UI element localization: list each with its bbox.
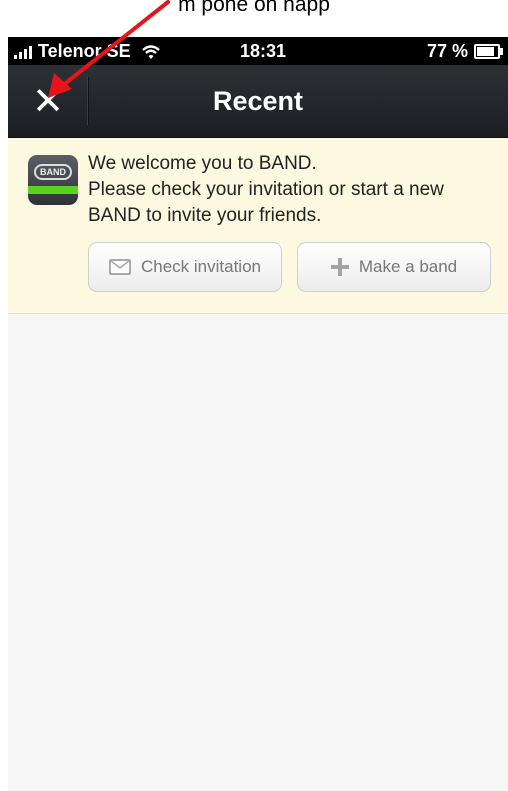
recent-list-area [8,314,508,791]
band-logo-stripe [28,186,78,194]
envelope-icon [108,259,131,275]
check-invitation-button[interactable]: Check invitation [88,242,282,292]
battery-group: 77 % [426,41,503,62]
battery-percent: 77 % [426,41,468,61]
welcome-line-2: Please check your invitation or start a … [88,179,444,200]
make-band-button[interactable]: Make a band [297,242,491,292]
welcome-line-1: We welcome you to BAND. [88,153,317,174]
band-logo-text: BAND [34,164,72,180]
phone-screen: Telenor SE 18:31 77 % ✕ Recent BAND We w… [8,37,508,791]
welcome-message: We welcome you to BAND. Please check you… [88,151,498,229]
make-band-label: Make a band [358,257,458,276]
cropped-caption-text: m pone on happ [178,0,330,16]
page-title: Recent [212,86,304,116]
plus-icon [330,258,349,276]
check-invitation-label: Check invitation [140,257,261,276]
band-logo-icon: BAND [28,155,78,205]
page: m pone on happ Telenor SE 18:31 77 % ✕ R… [0,0,508,791]
welcome-line-3: BAND to invite your friends. [88,205,322,226]
battery-icon [474,44,503,59]
status-bar: Telenor SE 18:31 77 % [8,37,508,65]
welcome-banner: BAND We welcome you to BAND. Please chec… [8,138,508,314]
navigation-bar: ✕ Recent [8,65,508,138]
